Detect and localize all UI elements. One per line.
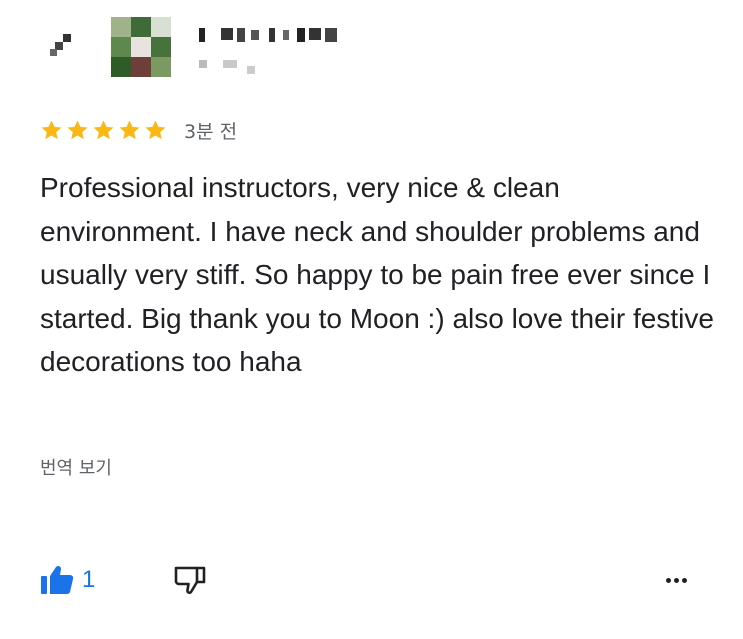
star-icon bbox=[41, 119, 62, 139]
review-header bbox=[0, 0, 743, 95]
back-icon[interactable] bbox=[50, 32, 78, 60]
star-icon bbox=[93, 119, 114, 139]
translate-link[interactable]: 번역 보기 bbox=[40, 454, 112, 480]
reviewer-name[interactable] bbox=[199, 26, 349, 44]
more-horizontal-icon bbox=[666, 577, 687, 583]
like-button[interactable]: 1 bbox=[40, 565, 95, 595]
thumbs-up-icon bbox=[41, 565, 74, 594]
like-count: 1 bbox=[82, 566, 96, 593]
rating-row: 3분 전 bbox=[40, 116, 237, 144]
more-options-button[interactable] bbox=[666, 569, 687, 591]
dislike-button[interactable] bbox=[173, 565, 207, 600]
review-text: Professional instructors, very nice & cl… bbox=[40, 172, 714, 378]
star-icon bbox=[145, 119, 166, 139]
reviewer-meta bbox=[199, 58, 269, 78]
star-icon bbox=[67, 119, 88, 139]
avatar[interactable] bbox=[111, 17, 171, 77]
thumbs-down-icon bbox=[174, 566, 206, 594]
star-icon bbox=[119, 119, 140, 139]
review-time: 3분 전 bbox=[184, 120, 238, 143]
star-rating bbox=[40, 119, 170, 142]
